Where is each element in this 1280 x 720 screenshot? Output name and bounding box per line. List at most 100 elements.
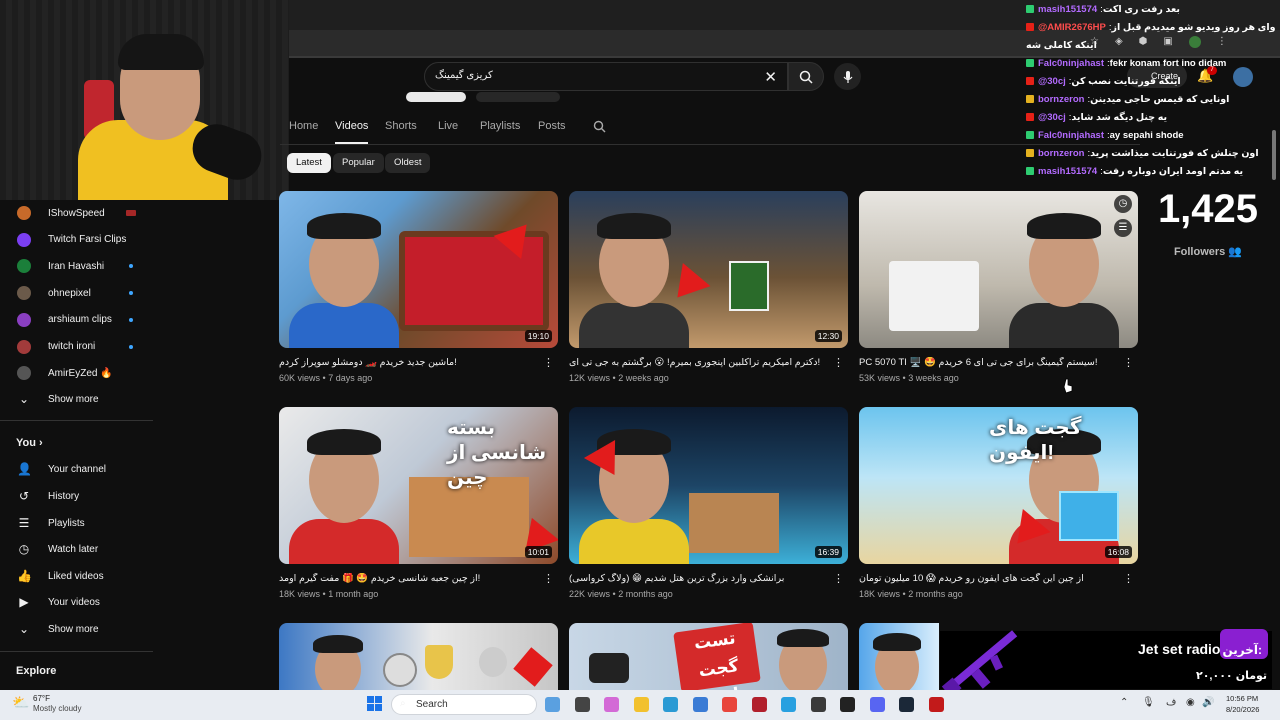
wifi-icon[interactable]: ◉ (1186, 697, 1195, 708)
video-title[interactable]: ماشین جدید خریدم 🏎️ دومشلو سوپراز کردم! (279, 357, 539, 368)
sidebar-item-your-channel[interactable]: 👤 Your channel (0, 456, 153, 482)
tab-videos[interactable]: Videos (335, 120, 368, 132)
playlist-icon: ☰ (18, 516, 30, 530)
sidebar-item-your-videos[interactable]: ▶ Your videos (0, 589, 153, 615)
edge-icon[interactable] (663, 697, 678, 712)
task-view-icon[interactable] (574, 697, 590, 712)
video-card[interactable]: 19:10 ماشین جدید خریدم 🏎️ دومشلو سوپراز ک… (279, 191, 558, 386)
weather-icon[interactable]: ⛅ (12, 694, 29, 711)
sidebar-subscription-item[interactable]: IShowSpeed (0, 200, 153, 226)
widgets-icon[interactable] (545, 697, 560, 712)
shield-icon[interactable]: ⬢ (1139, 36, 1148, 50)
tab-shorts[interactable]: Shorts (385, 120, 417, 132)
you-section-header[interactable]: You › (16, 437, 43, 449)
puzzle-icon[interactable]: ▣ (1163, 36, 1172, 50)
search-box[interactable]: کریزی گیمینگ ✕ (424, 62, 788, 91)
video-thumbnail[interactable]: 16:39 (569, 407, 848, 564)
sidebar-subscription-item[interactable]: Twitch Farsi Clips (0, 227, 153, 253)
more-actions-icon[interactable]: ⋮ (833, 356, 844, 369)
chip-oldest[interactable]: Oldest (385, 153, 431, 173)
video-thumbnail[interactable]: تست گجت ماشین (569, 623, 848, 690)
clear-search-icon[interactable]: ✕ (764, 68, 777, 86)
discord-icon[interactable] (869, 697, 885, 712)
app-icon[interactable] (751, 697, 767, 712)
join-button-partial[interactable] (476, 92, 560, 102)
video-thumbnail[interactable]: گجت های ایفون! 16:08 (859, 407, 1138, 564)
video-thumbnail[interactable]: ◷ ☰ (859, 191, 1138, 348)
more-actions-icon[interactable]: ⋮ (1123, 572, 1134, 585)
search-icon: ⌕ (400, 698, 406, 709)
add-to-queue-icon[interactable]: ☰ (1114, 219, 1132, 237)
video-card[interactable]: 12:30 دکترم امیکریم تراکلبین اپنجوری بمیر… (569, 191, 848, 386)
voice-search-button[interactable] (834, 63, 861, 90)
sidebar-subscription-item[interactable]: ohnepixel (0, 280, 153, 306)
video-thumbnail[interactable] (859, 623, 939, 690)
video-thumbnail[interactable] (279, 623, 558, 690)
chevron-up-icon[interactable]: ⌃ (1120, 697, 1128, 708)
more-menu-icon[interactable]: ⋮ (1217, 36, 1227, 50)
tab-home[interactable]: Home (289, 120, 318, 132)
store-icon[interactable] (692, 697, 708, 712)
xbox-icon[interactable] (840, 697, 855, 712)
tab-playlists[interactable]: Playlists (480, 120, 520, 132)
weather-temperature[interactable]: 67°F (33, 694, 50, 703)
more-actions-icon[interactable]: ⋮ (1123, 356, 1134, 369)
sidebar-subscription-item[interactable]: Iran Havashi (0, 253, 153, 279)
sidebar-subscription-item[interactable]: AmirEyZed 🔥 (0, 360, 153, 386)
watch-later-icon[interactable]: ◷ (1114, 195, 1132, 213)
video-thumbnail[interactable]: 19:10 (279, 191, 558, 348)
sidebar-subscription-item[interactable]: twitch ironi (0, 334, 153, 360)
tab-posts[interactable]: Posts (538, 120, 566, 132)
search-input[interactable]: کریزی گیمینگ (435, 70, 493, 81)
star-icon[interactable]: ☆ (1090, 36, 1099, 50)
messenger-icon[interactable] (781, 697, 796, 712)
more-actions-icon[interactable]: ⋮ (543, 572, 554, 585)
language-icon[interactable]: ف (1166, 697, 1176, 708)
video-card[interactable]: گجت های ایفون! 16:08 از چین این گجت های ای… (859, 407, 1138, 602)
video-title[interactable]: PC 5070 TI 🖥️ 🤩 سیستم گیمینگ برای جی تی … (859, 357, 1119, 368)
video-title[interactable]: دکترم امیکریم تراکلبین اپنجوری بمیرم! 😮 … (569, 357, 829, 368)
app-icon[interactable] (810, 697, 826, 712)
tab-live[interactable]: Live (438, 120, 458, 132)
subscribe-button-partial[interactable] (406, 92, 466, 102)
search-button[interactable] (788, 62, 824, 91)
file-explorer-icon[interactable] (633, 697, 649, 712)
chip-popular[interactable]: Popular (333, 153, 384, 173)
video-thumbnail[interactable]: بسته شانسی از چین 10:01 (279, 407, 558, 564)
video-title[interactable]: از چین این گجت های ایفون رو خریدم 😱 10 م… (859, 573, 1119, 584)
sidebar-subscription-item[interactable]: arshiaum clips (0, 307, 153, 333)
video-title[interactable]: (ولاگ کرواسی) 😁 برانشکی وارد بزرگ ترین ه… (569, 573, 829, 584)
sidebar-show-more-subs[interactable]: ⌄ Show more (0, 386, 153, 412)
sidebar-item-history[interactable]: ↺ History (0, 483, 153, 509)
microphone-icon[interactable]: 🎙 (1142, 697, 1155, 708)
extension-icon[interactable]: ◈ (1115, 36, 1123, 50)
scrollbar-thumb[interactable] (1272, 130, 1276, 180)
more-actions-icon[interactable]: ⋮ (833, 572, 844, 585)
video-card[interactable]: ◷ ☰ PC 5070 TI 🖥️ 🤩 سیستم گیمینگ برای جی ت… (859, 191, 1138, 386)
new-content-dot (129, 344, 133, 349)
more-actions-icon[interactable]: ⋮ (543, 356, 554, 369)
app-icon[interactable] (928, 697, 944, 712)
clock-time[interactable]: 10:56 PM (1226, 694, 1258, 703)
profile-icon[interactable] (1188, 36, 1201, 48)
sidebar-item-playlists[interactable]: ☰ Playlists (0, 510, 153, 536)
copilot-icon[interactable] (604, 697, 619, 712)
taskbar-search[interactable]: ⌕ Search (391, 694, 537, 715)
video-thumbnail[interactable]: 12:30 (569, 191, 848, 348)
video-duration: 19:10 (524, 330, 552, 342)
scrollbar-track[interactable] (1272, 130, 1276, 270)
windows-start-icon[interactable] (367, 696, 383, 712)
chrome-icon[interactable] (722, 697, 737, 712)
chip-latest[interactable]: Latest (287, 153, 331, 173)
steam-icon[interactable] (899, 697, 914, 712)
weather-description[interactable]: Mostly cloudy (33, 704, 81, 713)
video-card[interactable]: بسته شانسی از چین 10:01 از چین جعبه شانسی … (279, 407, 558, 602)
video-title[interactable]: از چین جعبه شانسی خریدم 🤩 🎁 مفت گیرم اوم… (279, 573, 539, 584)
volume-icon[interactable]: 🔊 (1202, 697, 1214, 708)
clock-date[interactable]: 8/20/2026 (1226, 705, 1259, 714)
channel-search-icon[interactable] (593, 120, 606, 133)
sidebar-show-more-you[interactable]: ⌄ Show more (0, 616, 153, 642)
sidebar-item-liked-videos[interactable]: 👍 Liked videos (0, 563, 153, 589)
video-card[interactable]: 16:39 (ولاگ کرواسی) 😁 برانشکی وارد بزرگ ت… (569, 407, 848, 602)
sidebar-item-watch-later[interactable]: ◷ Watch later (0, 536, 153, 562)
